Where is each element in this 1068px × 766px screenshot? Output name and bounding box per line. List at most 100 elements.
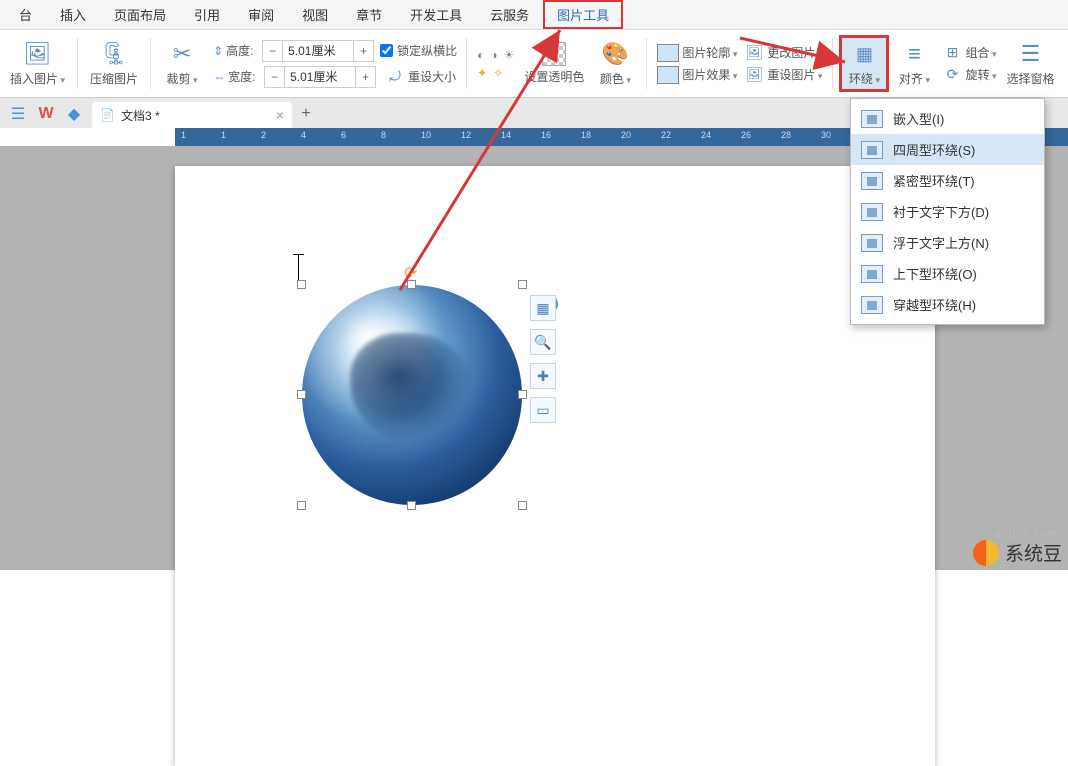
menu-bar: 台 插入 页面布局 引用 审阅 视图 章节 开发工具 云服务 图片工具	[0, 0, 1068, 30]
resize-handle-mr[interactable]	[518, 390, 527, 399]
color-icon: 🎨	[601, 40, 629, 68]
watermark-logo-icon	[973, 540, 999, 566]
wrap-button[interactable]: ▦ 环绕	[839, 35, 889, 92]
resize-handle-tr[interactable]	[518, 280, 527, 289]
close-tab-button[interactable]: ×	[276, 107, 284, 123]
rotate-icon: ⟳	[943, 66, 961, 84]
effect-icon	[657, 66, 679, 84]
width-icon: ⇔	[213, 70, 225, 84]
rotate-button[interactable]: ⟳ 旋转	[939, 64, 1000, 86]
document-tab[interactable]: 📄 文档3 * ×	[92, 102, 292, 128]
resize-handle-bl[interactable]	[297, 501, 306, 510]
wrap-option-inline[interactable]: 嵌入型(I)	[851, 103, 1044, 134]
effect-icon[interactable]: ✧	[493, 66, 503, 80]
effect-icon[interactable]: ✦	[477, 66, 487, 80]
pane-icon: ☰	[1017, 40, 1045, 68]
reset-pic-button[interactable]: 🖼 重设图片	[741, 64, 826, 86]
wrap-option-through[interactable]: 穿越型环绕(H)	[851, 289, 1044, 320]
menu-item[interactable]: 云服务	[476, 0, 543, 29]
align-button[interactable]: ≡ 对齐	[889, 38, 939, 89]
page	[175, 166, 935, 766]
change-icon: 🖼	[745, 44, 763, 62]
compress-image-button[interactable]: 🗜 压缩图片	[84, 38, 144, 89]
wrap-dropdown-menu: 嵌入型(I) 四周型环绕(S) 紧密型环绕(T) 衬于文字下方(D) 浮于文字上…	[850, 98, 1045, 325]
outline-icon	[657, 44, 679, 62]
menu-item[interactable]: 引用	[180, 0, 234, 29]
pic-effect-button[interactable]: 图片效果	[653, 64, 741, 86]
contrast-icon[interactable]: ◑	[490, 48, 497, 62]
wps-icon[interactable]: W	[32, 100, 60, 128]
menu-item-picture-tools[interactable]: 图片工具	[543, 0, 623, 29]
width-input[interactable]: − +	[264, 66, 376, 88]
watermark: 系统豆	[973, 539, 1062, 566]
height-field[interactable]	[283, 41, 353, 61]
pic-outline-button[interactable]: 图片轮廓	[653, 42, 741, 64]
reset-pic-icon: 🖼	[745, 66, 763, 84]
wrap-icon	[861, 172, 883, 190]
resize-handle-tl[interactable]	[297, 280, 306, 289]
doc-icon: 📄	[100, 108, 115, 122]
width-decrease[interactable]: −	[265, 67, 285, 87]
ribbon-toolbar: 🖼 插入图片 🗜 压缩图片 ✂ 裁剪 ⇕ 高度: − +	[0, 30, 1068, 98]
color-button[interactable]: 🎨 颜色	[590, 38, 640, 89]
menu-item[interactable]: 台	[5, 0, 46, 29]
layout-option-button[interactable]: ▦	[530, 295, 556, 321]
menu-item[interactable]: 页面布局	[100, 0, 180, 29]
new-tab-button[interactable]: +	[292, 100, 320, 128]
globe-image[interactable]	[302, 285, 522, 505]
menu-item[interactable]: 插入	[46, 0, 100, 29]
wrap-icon: ▦	[850, 40, 878, 68]
home-icon[interactable]: ☰	[4, 100, 32, 128]
resize-handle-ml[interactable]	[297, 390, 306, 399]
resize-handle-bm[interactable]	[407, 501, 416, 510]
resize-handle-tm[interactable]	[407, 280, 416, 289]
height-input[interactable]: − +	[262, 40, 374, 62]
image-float-toolbar: ▦ 🔍 ✚ ▭	[530, 295, 556, 423]
change-pic-button[interactable]: 🖼 更改图片	[741, 42, 826, 64]
wrap-option-front[interactable]: 浮于文字上方(N)	[851, 227, 1044, 258]
group-icon: ⊞	[943, 44, 961, 62]
wrap-icon	[861, 296, 883, 314]
menu-item[interactable]: 审阅	[234, 0, 288, 29]
menu-item[interactable]: 章节	[342, 0, 396, 29]
star-icon[interactable]: ◆	[60, 100, 88, 128]
wrap-icon	[861, 203, 883, 221]
selected-image[interactable]: ⟳	[302, 285, 522, 505]
wrap-option-tight[interactable]: 紧密型环绕(T)	[851, 165, 1044, 196]
transparent-icon	[542, 42, 566, 66]
width-increase[interactable]: +	[355, 67, 375, 87]
zoom-button[interactable]: 🔍	[530, 329, 556, 355]
resize-handle-br[interactable]	[518, 501, 527, 510]
height-icon: ⇕	[213, 44, 223, 58]
caret	[298, 255, 299, 281]
height-label: 高度:	[226, 42, 262, 59]
crop-button[interactable]: ✚	[530, 363, 556, 389]
set-transparent-button[interactable]: 设置透明色	[518, 40, 590, 87]
wrap-option-behind[interactable]: 衬于文字下方(D)	[851, 196, 1044, 227]
selection-pane-button[interactable]: ☰ 选择窗格	[1001, 38, 1061, 89]
wrap-icon	[861, 234, 883, 252]
doc-title: 文档3 *	[121, 107, 160, 124]
align-icon: ≡	[900, 40, 928, 68]
lock-aspect-checkbox[interactable]: 锁定纵横比	[380, 42, 457, 59]
width-label: 宽度:	[228, 68, 264, 85]
crop-button[interactable]: ✂ 裁剪	[157, 38, 207, 89]
wrap-option-square[interactable]: 四周型环绕(S)	[851, 134, 1044, 165]
wrap-option-topbottom[interactable]: 上下型环绕(O)	[851, 258, 1044, 289]
reset-size-button[interactable]: ⤾ 重设大小	[382, 66, 460, 88]
reset-icon: ⤾	[386, 68, 404, 86]
insert-image-button[interactable]: 🖼 插入图片	[4, 38, 71, 89]
wrap-icon	[861, 110, 883, 128]
compress-icon: 🗜	[100, 40, 128, 68]
menu-item[interactable]: 视图	[288, 0, 342, 29]
group-button[interactable]: ⊞ 组合	[939, 42, 1000, 64]
menu-item[interactable]: 开发工具	[396, 0, 476, 29]
width-field[interactable]	[285, 67, 355, 87]
height-increase[interactable]: +	[353, 41, 373, 61]
wrap-icon	[861, 141, 883, 159]
wrap-icon	[861, 265, 883, 283]
more-button[interactable]: ▭	[530, 397, 556, 423]
height-decrease[interactable]: −	[263, 41, 283, 61]
brightness-icon[interactable]: ◐	[477, 48, 484, 62]
adjust-icon[interactable]: ☀	[504, 48, 515, 62]
